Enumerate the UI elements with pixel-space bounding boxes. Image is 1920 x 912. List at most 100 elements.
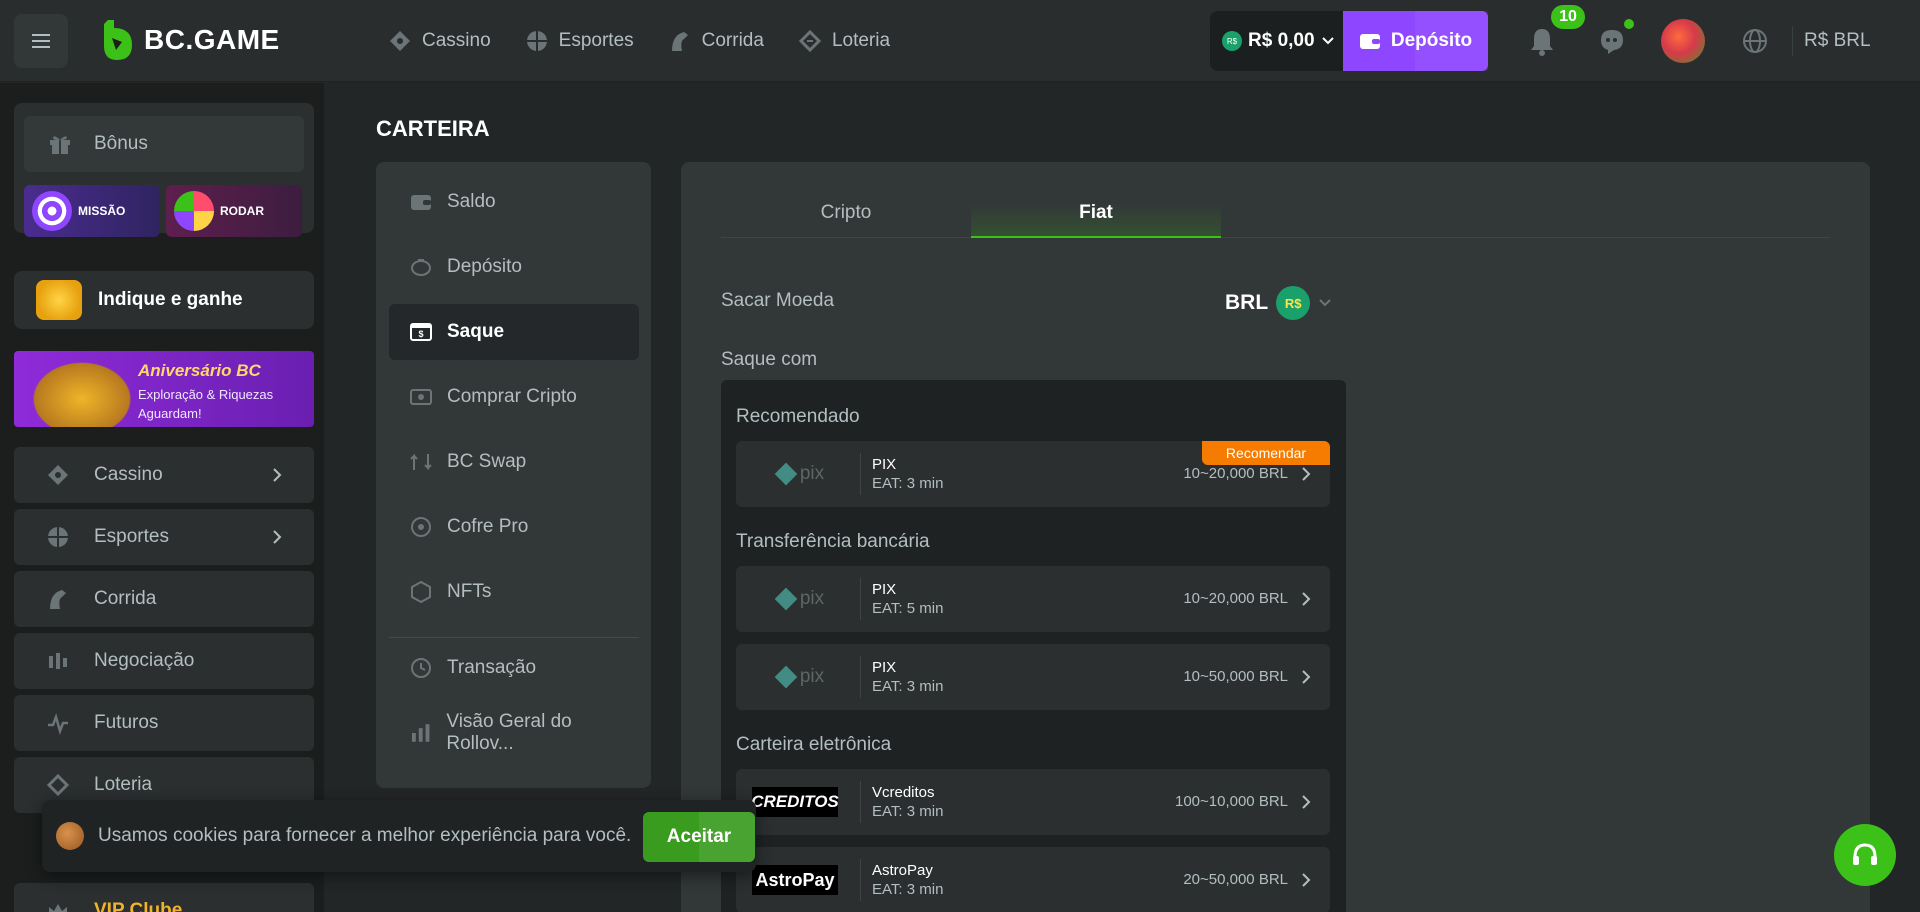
headset-icon bbox=[1853, 843, 1877, 865]
wallet-menu: Saldo Depósito $ Saque Comprar Cripto BC… bbox=[376, 162, 651, 788]
menu-toggle-button[interactable] bbox=[14, 14, 68, 68]
gift-icon bbox=[50, 136, 70, 154]
sidebar-item-trading[interactable]: Negociação bbox=[14, 633, 314, 689]
bonus-label: Bônus bbox=[94, 133, 148, 154]
sidebar-item-sports[interactable]: Esportes bbox=[14, 509, 314, 565]
sidebar-item-bonus[interactable]: Bônus bbox=[24, 116, 304, 172]
wallet-menu-rollover[interactable]: Visão Geral do Rollov... bbox=[389, 705, 639, 761]
group-label: Recomendado bbox=[736, 406, 860, 427]
top-nav-casino[interactable]: Cassino bbox=[388, 26, 491, 56]
treasure-chest-icon bbox=[26, 357, 138, 427]
wallet-menu-buy-crypto[interactable]: Comprar Cripto bbox=[389, 369, 639, 425]
method-row[interactable]: pix PIX EAT: 5 min 10~20,000 BRL bbox=[736, 566, 1330, 632]
wallet-menu-withdraw[interactable]: $ Saque bbox=[389, 304, 639, 360]
withdraw-currency-label: Sacar Moeda bbox=[721, 290, 835, 311]
method-eat: EAT: 3 min bbox=[872, 881, 944, 898]
method-range: 10~50,000 BRL bbox=[1183, 668, 1288, 685]
withdraw-panel: Cripto Fiat Sacar Moeda BRL R$ Saque com… bbox=[681, 162, 1870, 912]
avatar[interactable] bbox=[1661, 19, 1705, 63]
tab-crypto[interactable]: Cripto bbox=[721, 202, 971, 238]
wallet-menu-transactions[interactable]: Transação bbox=[389, 640, 639, 696]
wallet-icon bbox=[1359, 34, 1380, 49]
chat-icon[interactable] bbox=[1598, 26, 1626, 56]
sidebar-item-vip[interactable]: VIP Clube bbox=[14, 883, 314, 912]
balance-selector[interactable]: R$ R$ 0,00 bbox=[1210, 11, 1344, 71]
astropay-logo: AstroPay bbox=[752, 865, 838, 895]
anniversary-banner[interactable]: Aniversário BC Exploração & Riquezas Agu… bbox=[14, 351, 314, 427]
cookie-text: Usamos cookies para fornecer a melhor ex… bbox=[98, 825, 632, 846]
chevron-right-icon bbox=[1302, 873, 1311, 887]
spin-tile[interactable]: RODAR bbox=[166, 185, 302, 237]
sidebar-item-refer[interactable]: Indique e ganhe bbox=[14, 271, 314, 329]
wheel-icon bbox=[174, 191, 214, 231]
logo-text: BC.GAME bbox=[144, 24, 280, 55]
wallet-menu-vault-pro[interactable]: Cofre Pro bbox=[389, 499, 639, 555]
top-nav-label: Loteria bbox=[831, 30, 891, 51]
globe-icon[interactable] bbox=[1742, 28, 1768, 54]
support-button[interactable] bbox=[1834, 824, 1896, 886]
wallet-menu-deposit[interactable]: Depósito bbox=[389, 239, 639, 295]
tab-fiat[interactable]: Fiat bbox=[971, 202, 1221, 238]
wallet-menu-label: Visão Geral do Rollov... bbox=[446, 711, 572, 754]
chevron-right-icon bbox=[273, 468, 282, 482]
coins-icon bbox=[36, 280, 82, 320]
bc-logo-icon bbox=[104, 20, 132, 60]
group-label: Carteira eletrônica bbox=[736, 734, 892, 755]
wallet-menu-balance[interactable]: Saldo bbox=[389, 174, 639, 230]
top-bar: BC.GAME Cassino Esportes Corrida Loteria… bbox=[0, 0, 1920, 82]
method-row[interactable]: pix PIX EAT: 3 min 10~50,000 BRL bbox=[736, 644, 1330, 710]
spin-label: RODAR bbox=[220, 204, 264, 218]
method-range: 20~50,000 BRL bbox=[1183, 871, 1288, 888]
method-row[interactable]: AstroPay AstroPay EAT: 3 min 20~50,000 B… bbox=[736, 847, 1330, 912]
sidebar: Bônus MISSÃO RODAR Indique e ganhe Anive… bbox=[0, 83, 324, 912]
currency-select[interactable]: BRL R$ bbox=[1225, 286, 1332, 320]
method-name: AstroPay bbox=[872, 862, 933, 879]
cookie-icon bbox=[56, 822, 84, 850]
hamburger-icon bbox=[32, 34, 50, 48]
pulse-icon bbox=[48, 713, 68, 735]
cookie-banner: Usamos cookies para fornecer a melhor ex… bbox=[42, 800, 756, 872]
accept-cookies-button[interactable]: Aceitar bbox=[643, 812, 755, 862]
method-row[interactable]: pix PIX EAT: 3 min 10~20,000 BRL Recomen… bbox=[736, 441, 1330, 507]
pix-logo: pix bbox=[746, 574, 856, 624]
method-row[interactable]: CREDITOS Vcreditos EAT: 3 min 100~10,000… bbox=[736, 769, 1330, 835]
pix-logo: pix bbox=[746, 449, 856, 499]
chevron-right-icon bbox=[1302, 467, 1311, 481]
top-nav-racing[interactable]: Corrida bbox=[668, 26, 764, 56]
method-range: 100~10,000 BRL bbox=[1174, 793, 1288, 810]
top-nav-label: Corrida bbox=[701, 30, 764, 51]
group-label: Transferência bancária bbox=[736, 531, 930, 552]
logo[interactable]: BC.GAME bbox=[100, 18, 280, 62]
swap-icon bbox=[410, 453, 432, 471]
method-range: 10~20,000 BRL bbox=[1183, 590, 1288, 607]
target-icon bbox=[32, 191, 72, 231]
svg-text:$: $ bbox=[418, 329, 423, 339]
wallet-menu-bc-swap[interactable]: BC Swap bbox=[389, 434, 639, 490]
method-eat: EAT: 3 min bbox=[872, 475, 944, 492]
bell-icon[interactable] bbox=[1528, 26, 1556, 56]
top-nav-lottery[interactable]: Loteria bbox=[798, 26, 890, 56]
crown-icon bbox=[49, 904, 67, 912]
withdraw-tabs: Cripto Fiat bbox=[721, 202, 1830, 238]
sidebar-item-casino[interactable]: Cassino bbox=[14, 447, 314, 503]
sidebar-item-racing[interactable]: Corrida bbox=[14, 571, 314, 627]
candlestick-icon bbox=[49, 653, 67, 669]
sidebar-item-label: Loteria bbox=[94, 774, 153, 795]
history-icon bbox=[411, 658, 431, 678]
top-nav: Cassino Esportes Corrida Loteria bbox=[388, 26, 890, 56]
wallet-menu-label: Depósito bbox=[447, 256, 522, 277]
deposit-button[interactable]: Depósito bbox=[1343, 11, 1488, 71]
sidebar-item-futures[interactable]: Futuros bbox=[14, 695, 314, 751]
top-nav-sports[interactable]: Esportes bbox=[525, 26, 634, 56]
wallet-icon bbox=[411, 195, 431, 210]
wallet-menu-label: Transação bbox=[447, 657, 537, 678]
mission-tile[interactable]: MISSÃO bbox=[24, 185, 160, 237]
currency-selector[interactable]: R$ BRL bbox=[1804, 30, 1871, 52]
wallet-menu-label: Saque bbox=[447, 321, 505, 342]
chevron-right-icon bbox=[1302, 592, 1311, 606]
mission-label: MISSÃO bbox=[78, 204, 126, 218]
brl-coin-icon: R$ bbox=[1222, 31, 1242, 51]
lottery-icon bbox=[798, 29, 822, 53]
wallet-menu-label: Comprar Cripto bbox=[447, 386, 577, 407]
wallet-menu-nfts[interactable]: NFTs bbox=[389, 564, 639, 620]
